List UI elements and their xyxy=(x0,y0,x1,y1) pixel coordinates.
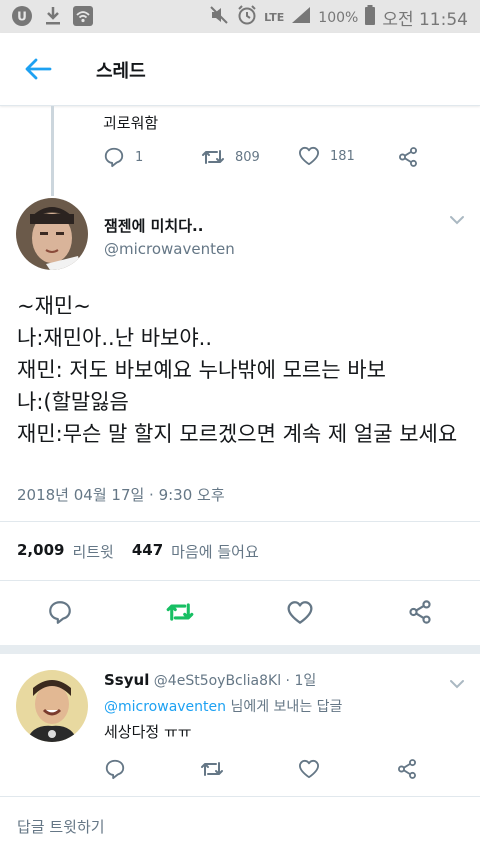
share-icon xyxy=(409,600,431,624)
previous-tweet-text: 괴로워함 xyxy=(103,114,159,132)
like-button[interactable]: 181 xyxy=(298,146,355,166)
app-bar: 스레드 xyxy=(0,33,480,106)
heart-icon xyxy=(298,759,319,779)
reply-menu-button[interactable] xyxy=(448,676,466,695)
reply-button[interactable] xyxy=(47,599,73,625)
clock: 오전 11:54 xyxy=(382,10,468,30)
avatar-image xyxy=(16,198,88,270)
like-button[interactable] xyxy=(286,600,314,625)
retweet-count: 809 xyxy=(235,149,260,165)
reply-icon xyxy=(105,759,125,780)
download-icon xyxy=(44,5,62,31)
like-button[interactable] xyxy=(298,759,320,779)
chevron-down-icon xyxy=(450,680,464,689)
divider xyxy=(0,521,480,522)
reply-button[interactable] xyxy=(104,758,126,780)
replying-to-suffix: 님에게 보내는 답글 xyxy=(226,699,343,715)
battery-percent: 100% xyxy=(318,9,359,26)
reply-author-name[interactable]: Ssyul xyxy=(104,671,149,689)
reply-header: Ssyul @4eSt5oyBclia8Kl · 1일 xyxy=(104,670,316,690)
reply-time: · 1일 xyxy=(281,673,317,689)
likes-count[interactable]: 447 xyxy=(132,541,163,562)
previous-tweet-actions: 1 809 181 xyxy=(103,146,433,172)
divider xyxy=(0,580,480,581)
heart-icon xyxy=(298,146,319,166)
share-button[interactable] xyxy=(407,599,433,625)
app-notification-icon: U xyxy=(10,4,34,32)
share-icon xyxy=(399,147,417,167)
mute-icon xyxy=(208,4,230,31)
section-gap xyxy=(0,645,480,654)
main-tweet-actions xyxy=(0,596,480,630)
tweet-text: ~재민~ 나:재민아..난 바보야.. 재민: 저도 바보예요 누나밖에 모르는… xyxy=(17,294,458,446)
retweets-label[interactable]: 리트윗 xyxy=(72,541,113,562)
tweet-menu-button[interactable] xyxy=(448,212,466,231)
tweet-timestamp: 2018년 04월 17일 · 9:30 오후 xyxy=(17,486,225,504)
avatar[interactable] xyxy=(16,198,88,270)
chevron-down-icon xyxy=(450,216,464,225)
reply-icon xyxy=(49,601,71,624)
retweet-button-active[interactable] xyxy=(165,599,195,625)
share-button[interactable] xyxy=(396,758,418,780)
signal-icon xyxy=(290,5,312,30)
like-count: 181 xyxy=(330,148,355,164)
likes-label[interactable]: 마음에 들어요 xyxy=(171,541,259,562)
svg-text:U: U xyxy=(17,10,27,24)
alarm-icon xyxy=(236,4,258,31)
reply-button[interactable]: 1 xyxy=(103,146,143,168)
heart-icon xyxy=(287,601,313,624)
network-type: LTE xyxy=(264,11,285,24)
arrow-left-icon xyxy=(25,58,52,80)
back-button[interactable] xyxy=(24,57,52,85)
share-button[interactable] xyxy=(397,146,419,168)
wifi-square-icon xyxy=(72,5,94,31)
reply-author-handle[interactable]: @4eSt5oyBclia8Kl xyxy=(154,673,281,689)
reply-actions xyxy=(104,758,434,784)
retweet-icon xyxy=(201,762,223,776)
battery-icon xyxy=(364,4,376,31)
author-handle[interactable]: @microwaventen xyxy=(104,240,235,258)
share-icon xyxy=(398,759,416,779)
retweet-icon xyxy=(166,603,194,621)
divider xyxy=(0,796,480,797)
reply-compose-input[interactable]: 답글 트윗하기 xyxy=(17,816,105,837)
avatar-image xyxy=(16,670,88,742)
reply-text: 세상다정 ㅠㅠ xyxy=(104,723,192,741)
retweet-button[interactable] xyxy=(200,758,224,780)
page-title: 스레드 xyxy=(96,61,146,82)
replying-to-handle[interactable]: @microwaventen xyxy=(104,699,226,715)
thread-connector xyxy=(51,106,54,196)
retweet-icon xyxy=(202,150,224,164)
retweet-button[interactable]: 809 xyxy=(201,146,260,168)
reply-icon xyxy=(104,147,124,168)
replying-to: @microwaventen 님에게 보내는 답글 xyxy=(104,696,342,716)
retweets-count[interactable]: 2,009 xyxy=(17,541,64,562)
tweet-stats: 2,009 리트윗 447 마음에 들어요 xyxy=(17,541,259,562)
author-name[interactable]: 잼젠에 미치다.. xyxy=(104,215,203,236)
status-bar: U LTE 100% 오전 11:54 xyxy=(0,0,480,33)
reply-count: 1 xyxy=(135,149,144,165)
reply-avatar[interactable] xyxy=(16,670,88,742)
